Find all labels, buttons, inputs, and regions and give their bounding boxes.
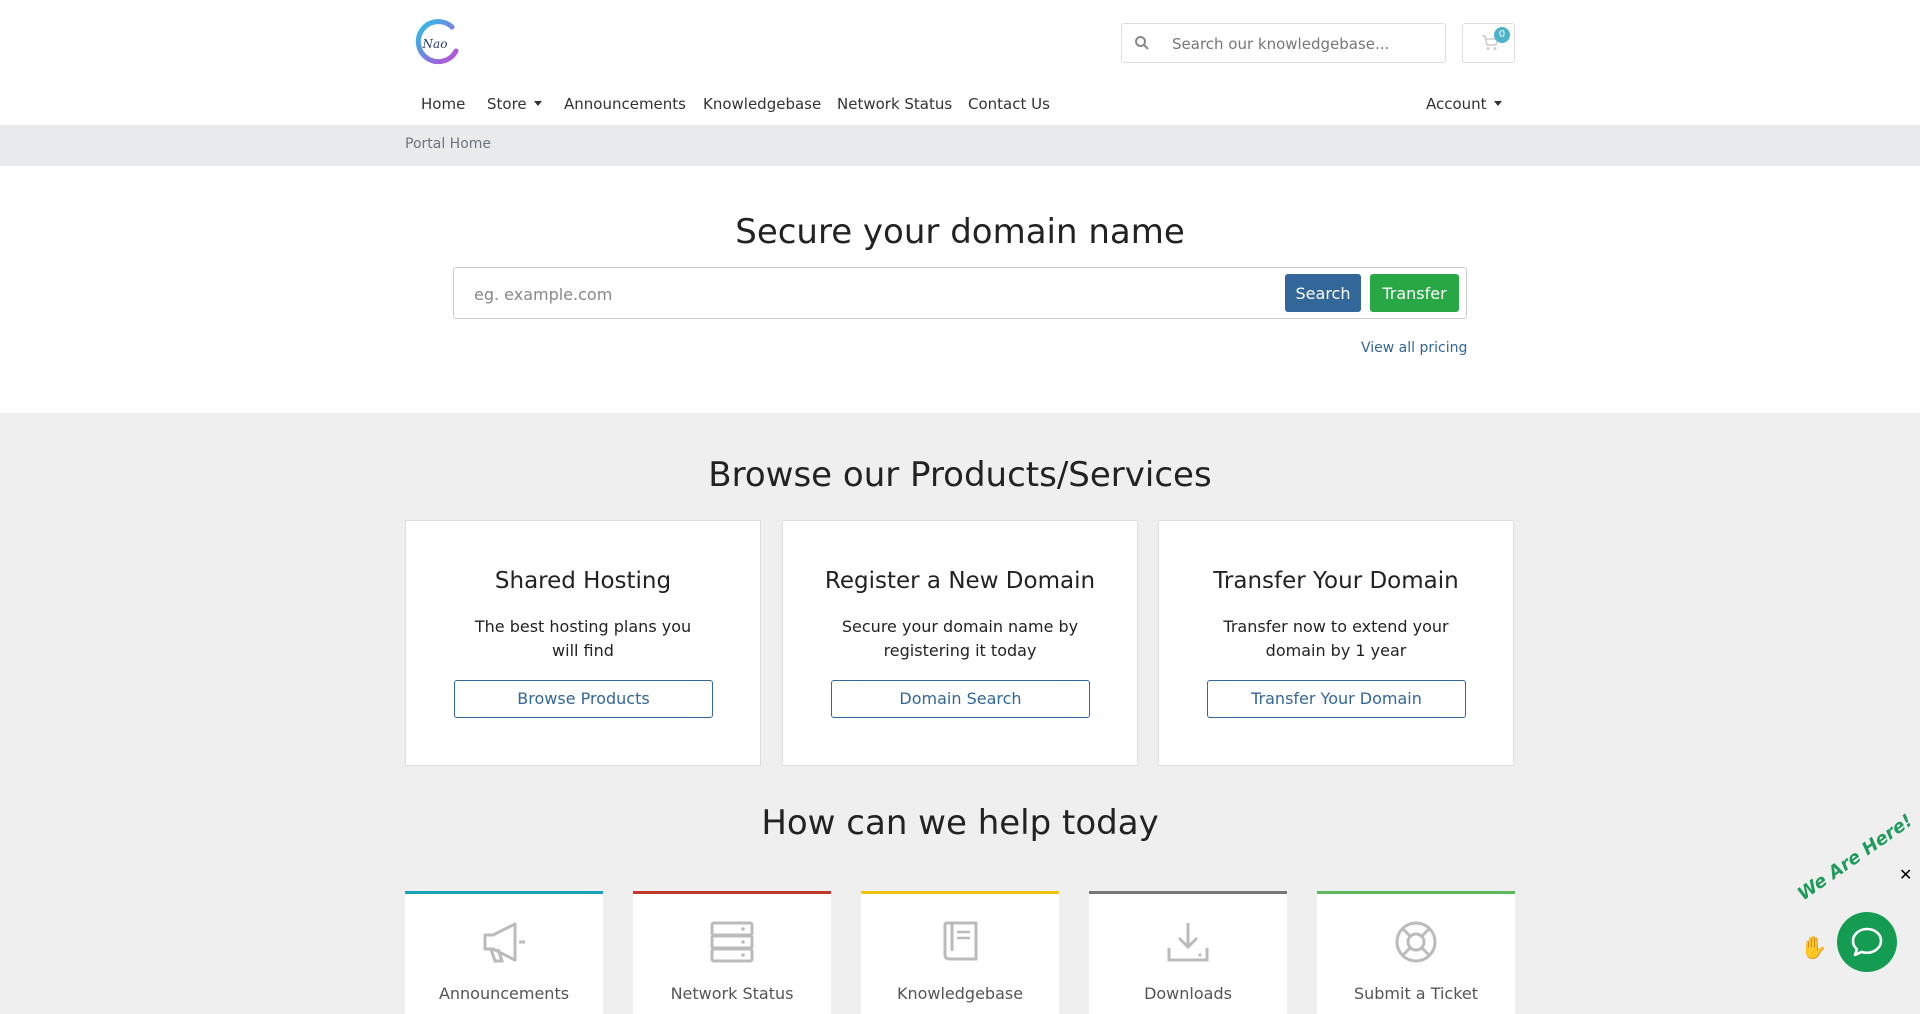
waving-hand-icon: ✋ xyxy=(1800,936,1828,961)
card-title: Shared Hosting xyxy=(494,568,672,594)
help-tile-announcements[interactable]: Announcements xyxy=(405,891,603,1014)
card-text: Secure your domain name by registering i… xyxy=(841,617,1079,660)
card-text: The best hosting plans you will find xyxy=(474,617,692,660)
nav-account-label: Account xyxy=(1426,95,1487,113)
tile-label: Downloads xyxy=(1144,984,1232,1003)
help-tile-downloads[interactable]: Downloads xyxy=(1089,891,1287,1014)
product-card-register-domain: Register a New Domain Secure your domain… xyxy=(782,520,1138,766)
nav-knowledgebase[interactable]: Knowledgebase xyxy=(703,95,821,113)
nav-home[interactable]: Home xyxy=(421,95,465,113)
help-tile-network-status[interactable]: Network Status xyxy=(633,891,831,1014)
logo-text: Nao xyxy=(422,37,448,51)
site-header: Nao 0 Home Store Announcements Knowledge… xyxy=(0,0,1920,125)
download-icon xyxy=(1167,923,1209,962)
card-title: Transfer Your Domain xyxy=(1213,568,1459,594)
lifebuoy-icon xyxy=(1395,921,1437,963)
main-nav: Home Store Announcements Knowledgebase N… xyxy=(0,95,1920,115)
chat-close-icon[interactable]: ✕ xyxy=(1899,867,1912,883)
domain-hero: Secure your domain name Search Transfer … xyxy=(0,166,1920,413)
breadcrumb-portal-home: Portal Home xyxy=(405,136,492,152)
kb-search-input[interactable] xyxy=(1170,24,1444,64)
chevron-down-icon xyxy=(533,101,542,106)
server-icon xyxy=(710,921,754,963)
help-title: How can we help today xyxy=(761,803,1159,843)
nav-contact-us[interactable]: Contact Us xyxy=(968,95,1050,113)
kb-search-box xyxy=(1121,23,1446,64)
domain-search-card-button[interactable]: Domain Search xyxy=(831,680,1090,718)
domain-search-box: Search Transfer xyxy=(453,267,1467,319)
hero-title: Secure your domain name xyxy=(735,212,1185,252)
card-text: Transfer now to extend your domain by 1 … xyxy=(1223,617,1449,660)
tile-label: Announcements xyxy=(438,984,570,1003)
products-title: Browse our Products/Services xyxy=(708,455,1212,495)
domain-transfer-button[interactable]: Transfer xyxy=(1370,274,1459,312)
tile-label: Network Status xyxy=(670,984,794,1003)
nav-account[interactable]: Account xyxy=(1426,95,1502,113)
breadcrumb: Portal Home xyxy=(0,125,1920,166)
nav-store[interactable]: Store xyxy=(487,95,542,113)
domain-search-button[interactable]: Search xyxy=(1285,274,1361,312)
browse-products-button[interactable]: Browse Products xyxy=(454,680,713,718)
chat-bubble-icon xyxy=(1851,927,1883,957)
search-icon xyxy=(1135,36,1149,50)
view-all-pricing-link[interactable]: View all pricing xyxy=(1361,340,1467,356)
tile-label: Submit a Ticket xyxy=(1353,984,1479,1003)
product-card-shared-hosting: Shared Hosting The best hosting plans yo… xyxy=(405,520,761,766)
cart-count-badge: 0 xyxy=(1494,27,1510,43)
nav-network-status[interactable]: Network Status xyxy=(837,95,952,113)
product-card-transfer-domain: Transfer Your Domain Transfer now to ext… xyxy=(1158,520,1514,766)
book-icon xyxy=(943,921,978,961)
domain-input[interactable] xyxy=(472,278,1256,310)
brand-logo[interactable]: Nao xyxy=(412,17,460,67)
tile-label: Knowledgebase xyxy=(896,984,1024,1003)
help-tile-submit-ticket[interactable]: Submit a Ticket xyxy=(1317,891,1515,1014)
chat-open-button[interactable] xyxy=(1837,912,1897,972)
megaphone-icon xyxy=(483,922,525,963)
nav-store-label: Store xyxy=(487,95,527,113)
nav-announcements[interactable]: Announcements xyxy=(564,95,686,113)
chevron-down-icon xyxy=(1493,101,1502,106)
help-tile-knowledgebase[interactable]: Knowledgebase xyxy=(861,891,1059,1014)
transfer-domain-card-button[interactable]: Transfer Your Domain xyxy=(1207,680,1466,718)
cart-button[interactable]: 0 xyxy=(1462,23,1515,63)
card-title: Register a New Domain xyxy=(824,568,1096,594)
